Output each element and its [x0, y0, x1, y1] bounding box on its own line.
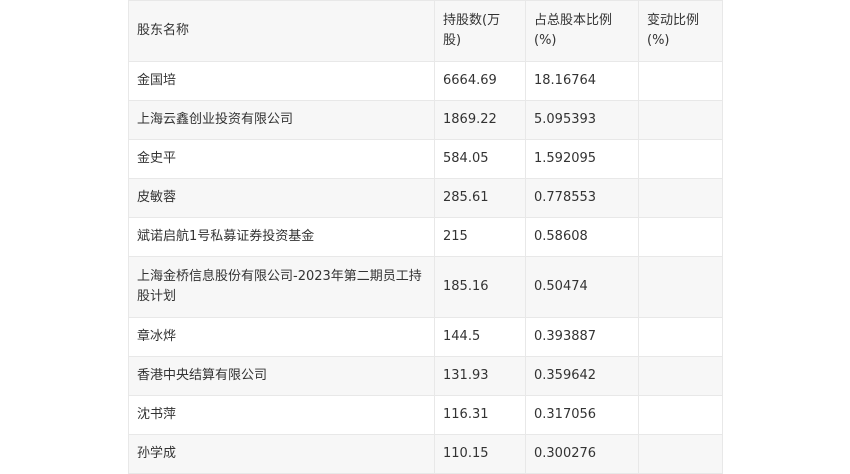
header-shareholder-name: 股东名称 [128, 0, 435, 62]
cell-change [638, 217, 723, 257]
table-row: 孙学成 110.15 0.300276 [128, 434, 723, 474]
cell-shares: 185.16 [434, 256, 526, 318]
table-row: 金国培 6664.69 18.16764 [128, 61, 723, 101]
cell-ratio: 0.393887 [525, 317, 639, 357]
cell-change [638, 356, 723, 396]
shareholder-table: 股东名称 持股数(万股) 占总股本比例(%) 变动比例(%) 金国培 6664.… [128, 0, 723, 474]
cell-name: 沈书萍 [128, 395, 435, 435]
cell-change [638, 61, 723, 101]
cell-ratio: 0.317056 [525, 395, 639, 435]
cell-ratio: 0.300276 [525, 434, 639, 474]
cell-name: 香港中央结算有限公司 [128, 356, 435, 396]
cell-ratio: 0.50474 [525, 256, 639, 318]
cell-shares: 144.5 [434, 317, 526, 357]
cell-shares: 131.93 [434, 356, 526, 396]
cell-change [638, 317, 723, 357]
cell-shares: 1869.22 [434, 100, 526, 140]
cell-ratio: 18.16764 [525, 61, 639, 101]
cell-ratio: 0.359642 [525, 356, 639, 396]
cell-name: 孙学成 [128, 434, 435, 474]
shareholder-table-container: 股东名称 持股数(万股) 占总股本比例(%) 变动比例(%) 金国培 6664.… [128, 0, 723, 474]
table-row: 金史平 584.05 1.592095 [128, 139, 723, 179]
cell-name: 上海云鑫创业投资有限公司 [128, 100, 435, 140]
cell-name: 上海金桥信息股份有限公司-2023年第二期员工持股计划 [128, 256, 435, 318]
cell-name: 皮敏蓉 [128, 178, 435, 218]
header-shares: 持股数(万股) [434, 0, 526, 62]
table-header-row: 股东名称 持股数(万股) 占总股本比例(%) 变动比例(%) [128, 0, 723, 62]
cell-change [638, 256, 723, 318]
table-row: 上海云鑫创业投资有限公司 1869.22 5.095393 [128, 100, 723, 140]
cell-change [638, 434, 723, 474]
cell-name: 金国培 [128, 61, 435, 101]
cell-name: 章冰烨 [128, 317, 435, 357]
cell-shares: 6664.69 [434, 61, 526, 101]
table-row: 沈书萍 116.31 0.317056 [128, 395, 723, 435]
cell-shares: 215 [434, 217, 526, 257]
cell-ratio: 0.58608 [525, 217, 639, 257]
cell-ratio: 5.095393 [525, 100, 639, 140]
cell-name: 金史平 [128, 139, 435, 179]
cell-shares: 116.31 [434, 395, 526, 435]
cell-ratio: 0.778553 [525, 178, 639, 218]
cell-shares: 110.15 [434, 434, 526, 474]
table-row: 斌诺启航1号私募证券投资基金 215 0.58608 [128, 217, 723, 257]
header-change: 变动比例(%) [638, 0, 723, 62]
header-ratio: 占总股本比例(%) [525, 0, 639, 62]
cell-name: 斌诺启航1号私募证券投资基金 [128, 217, 435, 257]
table-row: 上海金桥信息股份有限公司-2023年第二期员工持股计划 185.16 0.504… [128, 256, 723, 318]
table-row: 皮敏蓉 285.61 0.778553 [128, 178, 723, 218]
cell-change [638, 178, 723, 218]
cell-change [638, 395, 723, 435]
cell-shares: 584.05 [434, 139, 526, 179]
cell-ratio: 1.592095 [525, 139, 639, 179]
cell-change [638, 139, 723, 179]
table-row: 香港中央结算有限公司 131.93 0.359642 [128, 356, 723, 396]
table-row: 章冰烨 144.5 0.393887 [128, 317, 723, 357]
cell-change [638, 100, 723, 140]
cell-shares: 285.61 [434, 178, 526, 218]
